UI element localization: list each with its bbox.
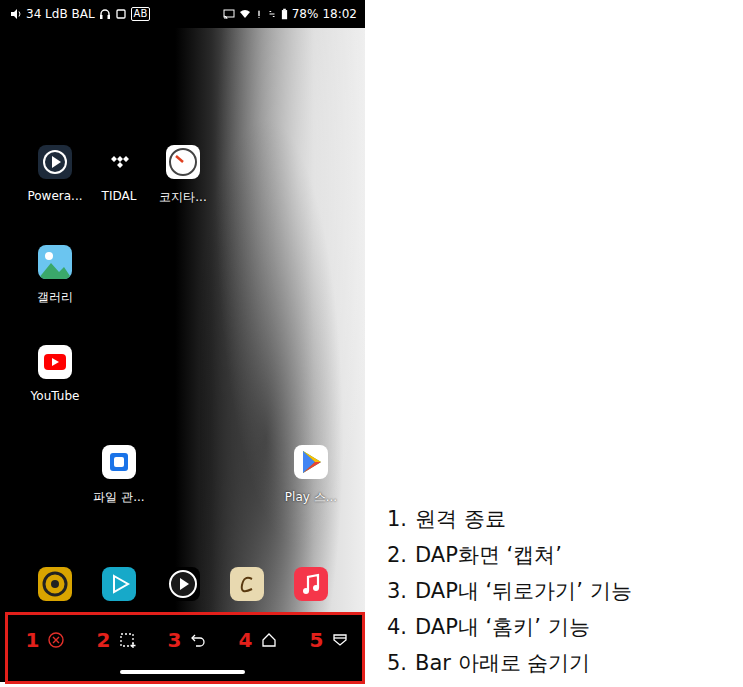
close-icon[interactable] (47, 631, 65, 649)
control-bar: 1 2 3 4 5 (0, 614, 365, 682)
app-label[interactable]: 코지타... (159, 189, 206, 206)
app-shortcut[interactable]: Powera... (23, 145, 87, 245)
app-icon[interactable] (38, 145, 72, 179)
cast-icon (223, 8, 235, 20)
ab-badge: AB (131, 7, 151, 21)
app-label[interactable]: TIDAL (102, 189, 137, 203)
control-button[interactable]: 5 (294, 622, 365, 658)
app-icon[interactable] (294, 445, 328, 479)
legend-number: 2. (387, 537, 407, 573)
wallpaper-shade (200, 28, 365, 614)
dock-app-icon[interactable] (294, 567, 328, 601)
alert-icon (255, 8, 263, 20)
status-bar: 34 LdB BAL AB 78%18:02 (0, 0, 365, 28)
legend-text: DAP내 ‘뒤로가기’ 기능 (415, 573, 632, 609)
app-label[interactable]: 갤러리 (37, 289, 73, 306)
battery-level: 78% (292, 7, 319, 21)
audio-status: 34 LdB BAL (26, 7, 95, 21)
control-button[interactable]: 1 (10, 622, 81, 658)
callout-number: 4 (239, 628, 253, 652)
callout-number: 3 (168, 628, 182, 652)
legend-text: Bar 아래로 숨기기 (415, 645, 590, 681)
legend-number: 3. (387, 573, 407, 609)
home-icon[interactable] (260, 631, 278, 649)
control-button[interactable]: 2 (81, 622, 152, 658)
battery-icon (281, 8, 288, 20)
home-indicator[interactable] (120, 670, 245, 674)
app-icon[interactable] (38, 245, 72, 279)
square-icon (115, 8, 127, 20)
app-shortcut[interactable]: Play 스... (279, 445, 343, 545)
legend-item: 2.DAP화면 ‘캡쳐’ (387, 537, 743, 573)
dock-app[interactable] (151, 567, 215, 601)
app-shortcut[interactable]: 코지타... (151, 145, 215, 245)
app-shortcut[interactable]: 갤러리 (23, 245, 87, 345)
app-icon[interactable] (102, 145, 136, 179)
app-label[interactable]: Play 스... (285, 489, 337, 506)
legend-number: 1. (387, 501, 407, 537)
app-shortcut[interactable]: YouTube (23, 345, 87, 445)
dock-app-icon[interactable] (166, 567, 200, 601)
phone-screen: 34 LdB BAL AB 78%18:02 Powera... TIDAL 코지타...… (0, 0, 365, 682)
dock-app[interactable] (215, 567, 279, 601)
dock-app[interactable] (23, 567, 87, 601)
app-icon[interactable] (166, 145, 200, 179)
home-screen: Powera... TIDAL 코지타... 갤러리 YouTube 파일 관... Pla… (0, 28, 365, 614)
legend-list: 1.원격 종료2.DAP화면 ‘캡쳐’3.DAP내 ‘뒤로가기’ 기능4.DAP… (365, 0, 743, 687)
back-icon[interactable] (189, 631, 207, 649)
callout-number: 2 (97, 628, 111, 652)
legend-item: 4.DAP내 ‘홈키’ 기능 (387, 609, 743, 645)
status-right: 78%18:02 (223, 7, 357, 21)
callout-number: 1 (26, 628, 40, 652)
dock-app-icon[interactable] (38, 567, 72, 601)
capture-icon[interactable] (118, 631, 136, 649)
status-left: 34 LdB BAL AB (10, 7, 150, 21)
legend-item: 3.DAP내 ‘뒤로가기’ 기능 (387, 573, 743, 609)
legend-number: 4. (387, 609, 407, 645)
dock-app[interactable] (279, 567, 343, 601)
control-button[interactable]: 3 (152, 622, 223, 658)
legend-text: DAP내 ‘홈키’ 기능 (415, 609, 590, 645)
headphone-icon (99, 8, 111, 20)
app-shortcut[interactable]: TIDAL (87, 145, 151, 245)
legend-item: 5.Bar 아래로 숨기기 (387, 645, 743, 681)
app-shortcut[interactable]: 파일 관... (87, 445, 151, 545)
control-button[interactable]: 4 (223, 622, 294, 658)
app-icon[interactable] (102, 445, 136, 479)
app-label[interactable]: 파일 관... (93, 489, 144, 506)
data-icon (267, 8, 277, 20)
dock-app[interactable] (87, 567, 151, 601)
wifi-icon (239, 8, 251, 20)
app-label[interactable]: YouTube (31, 389, 80, 403)
dock-app-icon[interactable] (230, 567, 264, 601)
callout-number: 5 (310, 628, 324, 652)
legend-text: DAP화면 ‘캡쳐’ (415, 537, 562, 573)
hide-bar-icon[interactable] (331, 631, 349, 649)
legend-text: 원격 종료 (415, 501, 506, 537)
highlight-box (5, 612, 365, 684)
app-icon[interactable] (38, 345, 72, 379)
control-buttons: 1 2 3 4 5 (0, 614, 365, 658)
legend-number: 5. (387, 645, 407, 681)
dock (0, 545, 365, 601)
app-label[interactable]: Powera... (27, 189, 82, 203)
app-grid: Powera... TIDAL 코지타... 갤러리 YouTube 파일 관... Pla… (0, 28, 365, 545)
legend-item: 1.원격 종료 (387, 501, 743, 537)
dock-app-icon[interactable] (102, 567, 136, 601)
clock: 18:02 (322, 7, 357, 21)
volume-icon (10, 8, 22, 20)
